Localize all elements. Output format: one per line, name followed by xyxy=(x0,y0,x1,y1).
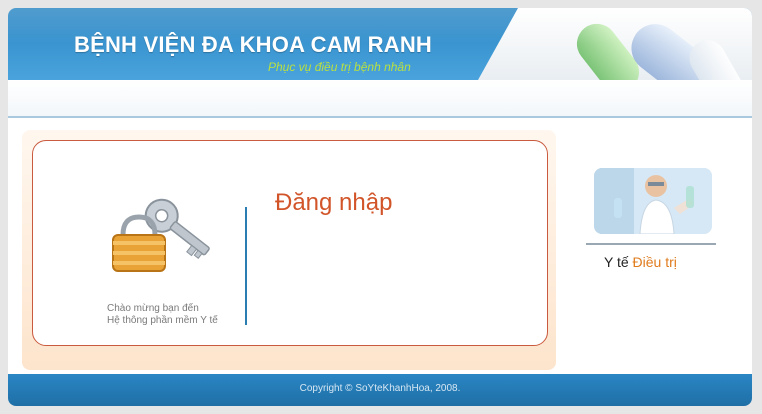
login-box: Đăng nhập Chào mừng bạn đến Hệ thông phầ… xyxy=(32,140,548,346)
sidebar-label-highlight: Điều trị xyxy=(632,254,677,270)
lock-key-graphic xyxy=(112,198,210,272)
header-banner: BỆNH VIỆN ĐA KHOA CAM RANH Phục vụ điều … xyxy=(8,8,752,113)
page-frame: BỆNH VIỆN ĐA KHOA CAM RANH Phục vụ điều … xyxy=(8,8,752,406)
sidebar-label: Y tế Điều trị xyxy=(604,254,677,270)
header-band xyxy=(8,80,752,118)
hospital-subtitle: Phục vụ điều trị bệnh nhân xyxy=(268,60,411,74)
photo-separator xyxy=(586,243,716,245)
login-panel-background: Đăng nhập Chào mừng bạn đến Hệ thông phầ… xyxy=(22,130,556,370)
welcome-text-line2: Hệ thông phần mềm Y tế xyxy=(107,315,218,326)
vertical-divider xyxy=(245,207,247,325)
scientist-image-icon xyxy=(594,168,712,234)
footer-copyright: Copyright © SoYteKhanhHoa, 2008. xyxy=(299,383,461,394)
hospital-title: BỆNH VIỆN ĐA KHOA CAM RANH xyxy=(74,32,433,57)
lab-scientist-photo xyxy=(594,168,712,234)
login-title: Đăng nhập xyxy=(275,189,393,216)
welcome-text-line1: Chào mừng bạn đến xyxy=(107,303,199,314)
footer: Copyright © SoYteKhanhHoa, 2008. xyxy=(8,374,752,406)
lock-key-icon xyxy=(105,191,215,291)
main-content: Đăng nhập Chào mừng bạn đến Hệ thông phầ… xyxy=(8,118,752,372)
sidebar-label-prefix: Y tế xyxy=(604,254,629,270)
